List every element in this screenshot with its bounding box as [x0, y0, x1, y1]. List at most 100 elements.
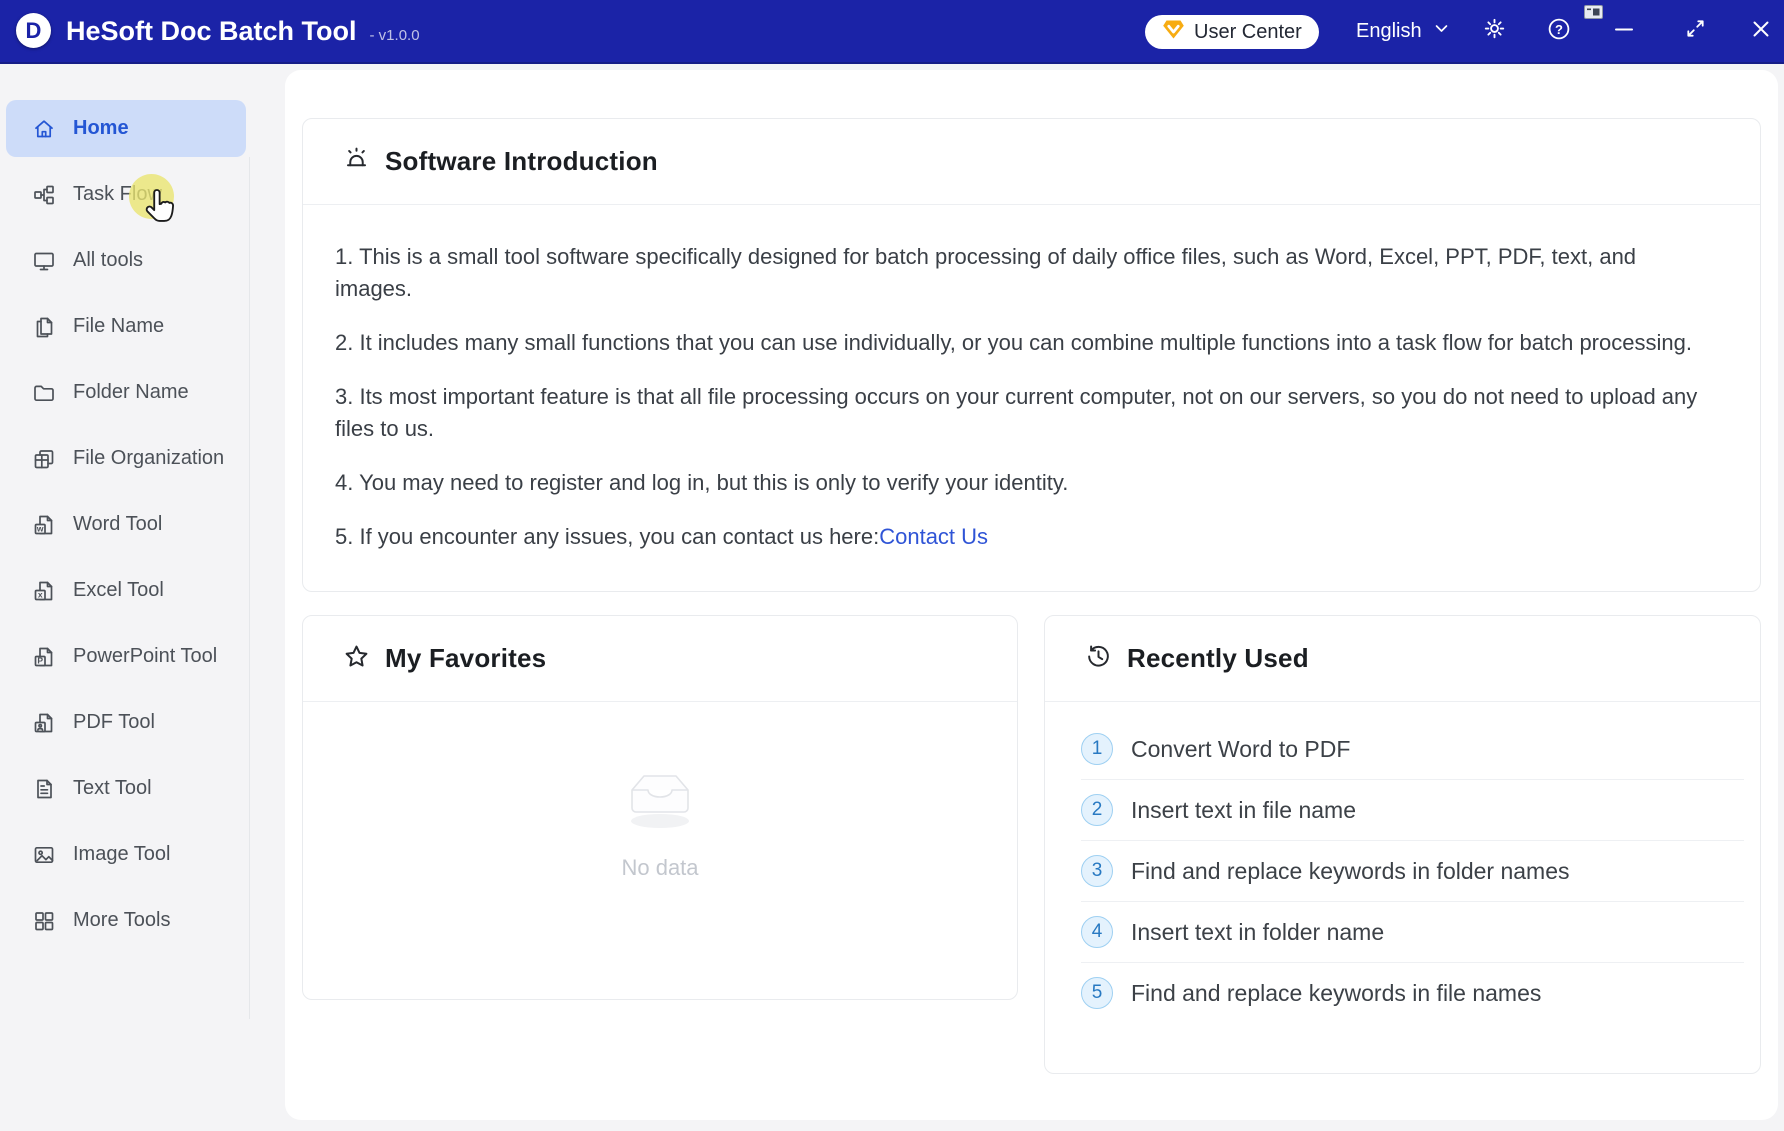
app-logo: D — [16, 13, 51, 48]
expand-icon — [1684, 17, 1707, 45]
folder-icon — [32, 381, 56, 405]
siren-icon — [343, 146, 370, 178]
recent-item-label: Insert text in folder name — [1131, 919, 1384, 946]
svg-text:P: P — [37, 655, 43, 665]
svg-text:x: x — [38, 589, 43, 599]
word-icon: w — [32, 513, 56, 537]
sidebar-item-pdf-tool[interactable]: PDF Tool — [6, 694, 246, 751]
sidebar-item-word-tool[interactable]: w Word Tool — [6, 496, 246, 553]
app-version: - v1.0.0 — [370, 27, 420, 44]
help-icon: ? — [1546, 16, 1572, 47]
sidebar-item-powerpoint-tool[interactable]: P PowerPoint Tool — [6, 628, 246, 685]
gem-icon — [1162, 19, 1185, 46]
pdf-icon — [32, 711, 56, 735]
recent-item-2[interactable]: 2 Insert text in file name — [1081, 780, 1744, 841]
my-favorites-card: My Favorites No data — [302, 615, 1018, 1000]
excel-icon: x — [32, 579, 56, 603]
recent-item-label: Find and replace keywords in folder name… — [1131, 858, 1570, 885]
sidebar-item-label: PowerPoint Tool — [73, 645, 217, 668]
intro-paragraph-2: 2. It includes many small functions that… — [335, 327, 1706, 359]
titlebar: D HeSoft Doc Batch Tool - v1.0.0 User Ce… — [0, 0, 1784, 64]
recent-item-5[interactable]: 5Find and replace keywords in file names — [1081, 963, 1744, 1023]
svg-text:w: w — [36, 523, 44, 533]
image-icon — [32, 843, 56, 867]
ime-indicator-icon — [1584, 5, 1603, 24]
sidebar-item-label: Excel Tool — [73, 579, 164, 602]
software-introduction-header: Software Introduction — [303, 119, 1760, 205]
favorites-empty-text: No data — [621, 855, 698, 881]
recently-used-list: 1Convert Word to PDF 2 Insert text in file… — [1045, 702, 1760, 1023]
user-center-label: User Center — [1194, 21, 1302, 44]
sidebar-item-label: File Organization — [73, 447, 224, 470]
intro-paragraph-3: 3. Its most important feature is that al… — [335, 381, 1706, 445]
recently-used-title: Recently Used — [1127, 643, 1309, 674]
taskflow-icon — [32, 183, 56, 207]
sidebar-item-label: Home — [73, 117, 129, 140]
help-button[interactable]: ? — [1543, 0, 1575, 62]
star-icon — [343, 643, 370, 675]
text-icon — [32, 777, 56, 801]
maximize-button[interactable] — [1678, 0, 1712, 62]
sidebar-item-all-tools[interactable]: All tools — [6, 232, 246, 289]
software-introduction-title: Software Introduction — [385, 146, 658, 177]
recent-item-label: Insert text in file name — [1131, 797, 1356, 824]
software-introduction-card: Software Introduction 1. This is a small… — [302, 118, 1761, 592]
language-selector[interactable]: English — [1356, 0, 1450, 62]
sidebar-item-label: Word Tool — [73, 513, 162, 536]
sidebar-item-file-organization[interactable]: File Organization — [6, 430, 246, 487]
recent-item-1[interactable]: 1Convert Word to PDF — [1081, 719, 1744, 780]
gear-icon — [1482, 16, 1507, 46]
intro-paragraph-4: 4. You may need to register and log in, … — [335, 467, 1706, 499]
svg-text:?: ? — [1555, 22, 1563, 37]
recent-item-number: 3 — [1081, 855, 1113, 887]
settings-button[interactable] — [1478, 0, 1510, 62]
logo-letter: D — [26, 18, 42, 44]
sidebar-item-label: Text Tool — [73, 777, 152, 800]
hand-cursor-icon — [141, 187, 176, 232]
software-introduction-body: 1. This is a small tool software specifi… — [303, 205, 1760, 553]
sidebar-item-home[interactable]: Home — [6, 100, 246, 157]
sidebar-item-label: Folder Name — [73, 381, 189, 404]
empty-tray-icon — [614, 758, 706, 839]
home-icon — [32, 117, 56, 141]
user-center-button[interactable]: User Center — [1145, 15, 1319, 49]
sidebar-item-label: More Tools — [73, 909, 170, 932]
close-button[interactable] — [1744, 0, 1778, 62]
sidebar-item-text-tool[interactable]: Text Tool — [6, 760, 246, 817]
minimize-button[interactable] — [1607, 0, 1641, 62]
recent-item-4[interactable]: 4Insert text in folder name — [1081, 902, 1744, 963]
monitor-icon — [32, 249, 56, 273]
sidebar-item-task-flow[interactable]: Task Flow — [6, 166, 246, 223]
recent-item-number: 1 — [1081, 733, 1113, 765]
main-content-panel: Software Introduction 1. This is a small… — [285, 70, 1778, 1120]
recently-used-card: Recently Used 1Convert Word to PDF 2 Inser… — [1044, 615, 1761, 1074]
my-favorites-title: My Favorites — [385, 643, 546, 674]
sidebar-item-label: PDF Tool — [73, 711, 155, 734]
recent-item-3[interactable]: 3 Find and replace keywords in folder nam… — [1081, 841, 1744, 902]
sidebar-item-folder-name[interactable]: Folder Name — [6, 364, 246, 421]
sidebar-item-image-tool[interactable]: Image Tool — [6, 826, 246, 883]
favorites-empty-state: No data — [303, 702, 1017, 881]
chevron-down-icon — [1433, 20, 1450, 43]
intro-paragraph-5: 5. If you encounter any issues, you can … — [335, 521, 1706, 553]
app-title-text: HeSoft Doc Batch Tool — [66, 0, 357, 62]
sidebar-item-label: Image Tool — [73, 843, 170, 866]
close-icon — [1749, 17, 1773, 46]
sidebar-divider — [249, 157, 250, 1019]
recently-used-header: Recently Used — [1045, 616, 1760, 702]
recent-item-number: 2 — [1081, 794, 1113, 826]
file-icon — [32, 315, 56, 339]
organize-icon — [32, 447, 56, 471]
minimize-icon — [1612, 17, 1636, 46]
history-clock-icon — [1085, 643, 1112, 675]
recent-item-number: 5 — [1081, 977, 1113, 1009]
intro-paragraph-1: 1. This is a small tool software specifi… — [335, 241, 1706, 305]
sidebar-item-more-tools[interactable]: More Tools — [6, 892, 246, 949]
sidebar-item-excel-tool[interactable]: x Excel Tool — [6, 562, 246, 619]
contact-us-link[interactable]: Contact Us — [879, 524, 988, 549]
language-label: English — [1356, 20, 1422, 43]
sidebar-item-file-name[interactable]: File Name — [6, 298, 246, 355]
more-icon — [32, 909, 56, 933]
sidebar-item-label: File Name — [73, 315, 164, 338]
sidebar-item-label: All tools — [73, 249, 143, 272]
